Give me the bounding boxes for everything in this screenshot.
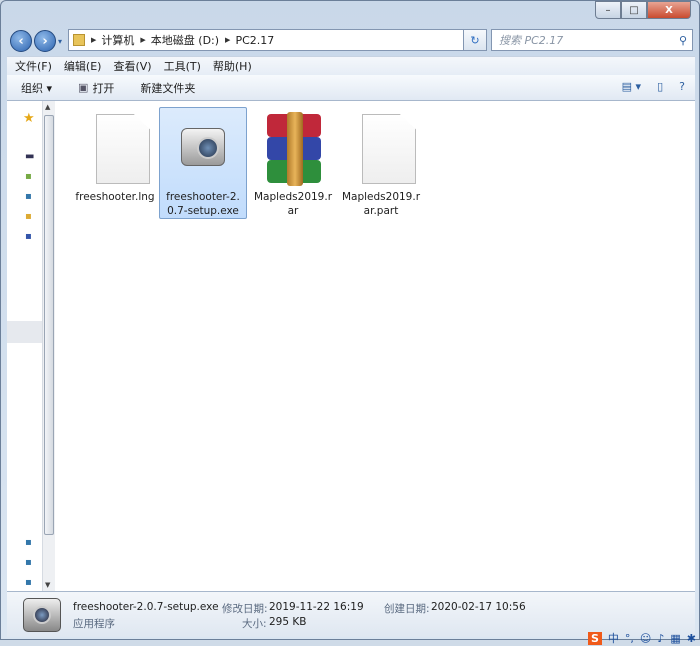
- menu-view[interactable]: 查看(V): [113, 58, 151, 74]
- breadcrumb-current-folder[interactable]: PC2.17: [235, 34, 274, 47]
- refresh-button[interactable]: ↻: [463, 29, 487, 51]
- scroll-down-icon[interactable]: ▼: [45, 581, 50, 589]
- size-value: 295 KB: [269, 616, 307, 628]
- recent-pages-dropdown-icon[interactable]: ▾: [58, 37, 62, 46]
- scrollbar-thumb[interactable]: [44, 115, 54, 535]
- file-name: freeshooter-2.0.7-setup.exe: [166, 191, 240, 217]
- breadcrumb-local-disk[interactable]: 本地磁盘 (D:): [151, 32, 219, 48]
- punctuation-icon[interactable]: °,: [625, 632, 634, 645]
- menu-tools[interactable]: 工具(T): [164, 58, 201, 74]
- desktop-icon[interactable]: ▬: [25, 151, 34, 162]
- window-controls: – □ X: [595, 1, 691, 19]
- chevron-right-icon: ▶: [140, 36, 146, 44]
- file-list: freeshooter.lng freeshooter-2.0.7-setup.…: [55, 101, 695, 591]
- view-options-icon[interactable]: ▤ ▾: [622, 80, 641, 93]
- breadcrumb-computer[interactable]: 计算机: [101, 32, 134, 48]
- open-label: 打开: [92, 81, 115, 95]
- microphone-icon[interactable]: ♪: [657, 632, 664, 645]
- computer-icon[interactable]: ▪: [25, 231, 32, 242]
- navigation-pane: ★ ▬ ▪ ▪ ▪ ▪ ▪ ▪ ▪: [7, 101, 42, 591]
- nav-pane-selection: [7, 321, 42, 343]
- open-icon: ▣: [78, 81, 89, 94]
- folder-icon[interactable]: ▪: [25, 211, 32, 222]
- settings-icon[interactable]: ✱: [687, 632, 696, 645]
- file-item-selected[interactable]: freeshooter-2.0.7-setup.exe: [159, 107, 247, 219]
- scroll-up-icon[interactable]: ▲: [45, 103, 50, 111]
- file-item[interactable]: Mapleds2019.rar: [249, 107, 337, 219]
- detail-file-name: freeshooter-2.0.7-setup.exe: [73, 601, 219, 613]
- drive-icon[interactable]: ▪: [25, 577, 32, 588]
- created-value: 2020-02-17 10:56: [431, 601, 526, 613]
- drive-icon[interactable]: ▪: [25, 557, 32, 568]
- chevron-right-icon: ▶: [91, 36, 97, 44]
- organize-button[interactable]: 组织 ▾: [21, 80, 52, 96]
- network-icon[interactable]: ▪: [25, 537, 32, 548]
- favorites-star-icon[interactable]: ★: [23, 111, 35, 126]
- explorer-window: – □ X ‹ › ▾ ▶计算机 ▶本地磁盘 (D:) ▶PC2.17 ▼ ↻ …: [0, 0, 700, 640]
- menu-bar: 文件(F) 编辑(E) 查看(V) 工具(T) 帮助(H): [7, 56, 695, 75]
- menu-edit[interactable]: 编辑(E): [64, 58, 102, 74]
- preview-pane-icon[interactable]: ▯: [657, 80, 663, 93]
- address-bar[interactable]: ▶计算机 ▶本地磁盘 (D:) ▶PC2.17 ▼: [68, 29, 483, 51]
- search-icon[interactable]: ⚲: [679, 34, 687, 47]
- search-input[interactable]: 搜索 PC2.17 ⚲: [491, 29, 693, 51]
- created-label: 创建日期:: [384, 603, 430, 615]
- file-item[interactable]: freeshooter.lng: [71, 107, 159, 219]
- file-item[interactable]: Mapleds2019.rar.part: [337, 107, 425, 219]
- help-icon[interactable]: ?: [679, 80, 685, 93]
- command-bar: 组织 ▾ ▣ 打开 新建文件夹 ▤ ▾ ▯ ?: [7, 75, 695, 101]
- size-label: 大小:: [242, 618, 267, 630]
- chevron-right-icon: ▶: [225, 36, 231, 44]
- back-button[interactable]: ‹: [10, 30, 32, 52]
- file-name: Mapleds2019.rar.part: [341, 191, 421, 217]
- document-icon: [96, 114, 150, 184]
- file-name: freeshooter.lng: [75, 191, 155, 203]
- folder-icon: [73, 34, 85, 46]
- search-placeholder: 搜索 PC2.17: [499, 34, 564, 47]
- new-folder-button[interactable]: 新建文件夹: [140, 80, 195, 96]
- open-button[interactable]: ▣ 打开: [78, 80, 114, 96]
- ime-language[interactable]: 中: [608, 630, 619, 646]
- modified-value: 2019-11-22 16:19: [269, 601, 364, 613]
- menu-help[interactable]: 帮助(H): [213, 58, 252, 74]
- detail-file-type: 应用程序: [73, 618, 115, 630]
- forward-button[interactable]: ›: [34, 30, 56, 52]
- minimize-button[interactable]: –: [595, 1, 621, 19]
- ime-toolbar: S 中 °, ☺ ♪ ▦ ✱: [587, 630, 700, 646]
- winrar-icon: [267, 112, 321, 186]
- modified-label: 修改日期:: [222, 603, 268, 615]
- keyboard-icon[interactable]: ▦: [670, 632, 680, 645]
- file-name: Mapleds2019.rar: [253, 191, 333, 217]
- emoji-icon[interactable]: ☺: [640, 632, 651, 645]
- menu-file[interactable]: 文件(F): [15, 58, 52, 74]
- document-icon: [362, 114, 416, 184]
- sogou-ime-icon[interactable]: S: [587, 631, 602, 645]
- homegroup-icon[interactable]: ▪: [25, 191, 32, 202]
- navigation-buttons: ‹ › ▾: [10, 30, 62, 52]
- maximize-button[interactable]: □: [621, 1, 647, 19]
- nav-pane-scrollbar[interactable]: ▲ ▼: [42, 101, 55, 591]
- camera-icon: [181, 128, 225, 166]
- library-icon[interactable]: ▪: [25, 171, 32, 182]
- camera-icon: [23, 598, 61, 632]
- close-button[interactable]: X: [647, 1, 691, 19]
